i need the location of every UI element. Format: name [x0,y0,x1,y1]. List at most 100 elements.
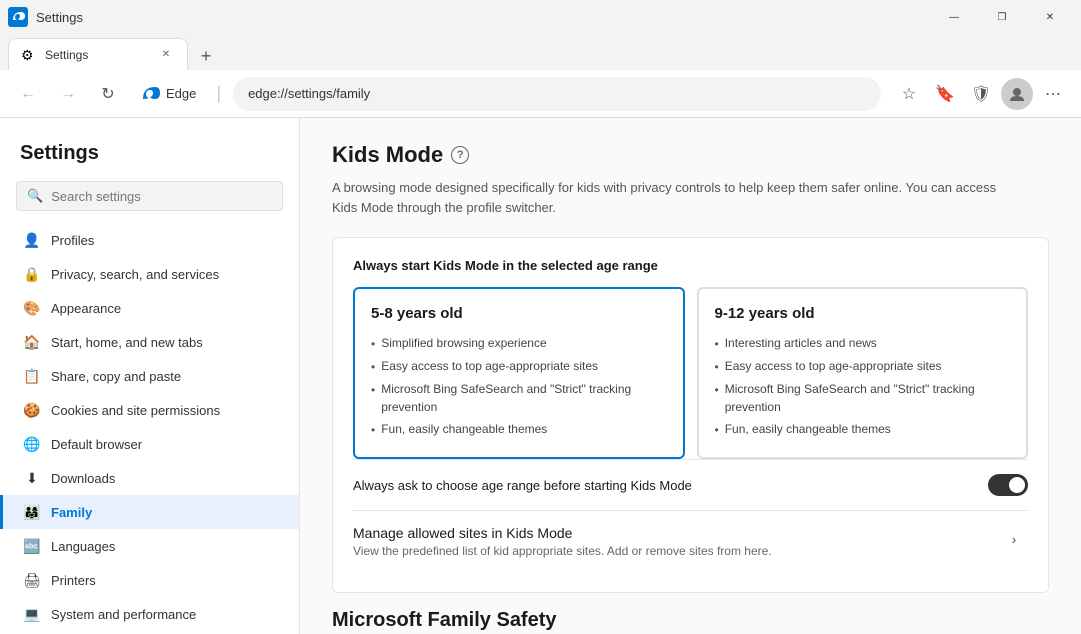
feature-item: Fun, easily changeable themes [715,418,1011,441]
tab-title-text: Settings [45,48,149,62]
active-tab[interactable]: ⚙ Settings ✕ [8,38,188,70]
default-browser-icon: 🌐 [23,435,41,453]
manage-sites-title: Manage allowed sites in Kids Mode [353,525,772,541]
refresh-button[interactable]: ↻ [92,78,124,110]
settings-nav: 👤Profiles🔒Privacy, search, and services🎨… [0,223,299,634]
age-range-toggle[interactable] [988,474,1028,496]
sidebar-item-label-system: System and performance [51,607,196,622]
tab-bar: ⚙ Settings ✕ + [0,34,1081,70]
sidebar-item-label-start-home: Start, home, and new tabs [51,335,203,350]
cookies-icon: 🍪 [23,401,41,419]
back-button[interactable]: ← [12,78,44,110]
search-icon: 🔍 [27,188,43,204]
collections-icon[interactable]: 🔖 [929,78,961,110]
url-text: edge://settings/family [248,86,370,101]
tab-close-button[interactable]: ✕ [157,46,175,64]
toolbar-icons: ☆ 🔖 🛡 ⋯ [893,78,1069,110]
sidebar-item-label-family: Family [51,505,92,520]
favorites-icon[interactable]: ☆ [893,78,925,110]
sidebar-item-downloads[interactable]: ⬇ Downloads [0,461,299,495]
toggle-row: Always ask to choose age range before st… [353,459,1028,510]
settings-more-icon[interactable]: ⋯ [1037,78,1069,110]
url-separator: | [216,83,221,104]
settings-heading: Settings [0,134,299,181]
edge-logo: Edge [132,84,204,104]
sidebar-item-family[interactable]: 👨‍👩‍👧 Family [0,495,299,529]
share-copy-icon: 📋 [23,367,41,385]
sidebar-item-label-profiles: Profiles [51,233,94,248]
age-range-grid: 5-8 years old Simplified browsing experi… [353,287,1028,459]
url-input[interactable]: edge://settings/family [233,77,881,111]
feature-item: Fun, easily changeable themes [371,418,667,441]
sidebar-item-cookies[interactable]: 🍪Cookies and site permissions [0,393,299,427]
forward-button[interactable]: → [52,78,84,110]
main-panel: Kids Mode ? A browsing mode designed spe… [300,118,1081,634]
maximize-button[interactable]: ❐ [979,2,1025,32]
appearance-icon: 🎨 [23,299,41,317]
sidebar-item-languages[interactable]: 🔤 Languages [0,529,299,563]
browser-window: Settings — ❐ ✕ ⚙ Settings ✕ + ← → ↻ Edge… [0,0,1081,634]
age-card-9-12-title: 9-12 years old [715,305,1011,322]
sidebar-item-default-browser[interactable]: 🌐 Default browser [0,427,299,461]
edge-logo-icon [140,84,160,104]
close-button[interactable]: ✕ [1027,2,1073,32]
address-bar: ← → ↻ Edge | edge://settings/family ☆ 🔖 … [0,70,1081,118]
kids-mode-title: Kids Mode ? [332,142,1049,168]
search-input[interactable] [51,189,272,204]
sidebar-item-label-printers: Printers [51,573,96,588]
manage-sites-row[interactable]: Manage allowed sites in Kids Mode View t… [353,510,1028,572]
toggle-label-text: Always ask to choose age range before st… [353,478,692,493]
sidebar-item-label-downloads: Downloads [51,471,115,486]
sidebar-item-share-copy[interactable]: 📋 Share, copy and paste [0,359,299,393]
sidebar-item-label-appearance: Appearance [51,301,121,316]
search-box-wrap: 🔍 [0,181,299,223]
feature-item: Microsoft Bing SafeSearch and "Strict" t… [715,378,1011,418]
window-controls: — ❐ ✕ [931,2,1073,32]
content-area: Settings 🔍 👤 Profiles 🔒Privacy, search, an… [0,118,1081,634]
manage-sites-chevron[interactable]: › [1000,525,1028,553]
start-home-icon: 🏠 [23,333,41,351]
sidebar-item-printers[interactable]: 🖨 Printers [0,563,299,597]
sidebar-item-label-share-copy: Share, copy and paste [51,369,181,384]
tab-title: Settings [36,10,83,25]
tab-favicon-icon: ⚙ [21,47,37,63]
browser-essentials-icon[interactable]: 🛡 [965,78,997,110]
feature-item: Easy access to top age-appropriate sites [371,355,667,378]
search-box[interactable]: 🔍 [16,181,283,211]
sidebar-item-start-home[interactable]: 🏠 Start, home, and new tabs [0,325,299,359]
manage-sites-desc: View the predefined list of kid appropri… [353,544,772,558]
sidebar-item-profiles[interactable]: 👤 Profiles [0,223,299,257]
age-card-5-8-features: Simplified browsing experienceEasy acces… [371,332,667,441]
profiles-icon: 👤 [23,231,41,249]
kids-mode-title-text: Kids Mode [332,142,443,168]
printers-icon: 🖨 [23,571,41,589]
sidebar-item-privacy[interactable]: 🔒Privacy, search, and services [0,257,299,291]
downloads-icon: ⬇ [23,469,41,487]
browser-logo-icon [8,7,28,27]
manage-sites-text: Manage allowed sites in Kids Mode View t… [353,525,772,558]
sidebar-item-label-default-browser: Default browser [51,437,142,452]
age-card-9-12[interactable]: 9-12 years old Interesting articles and … [697,287,1029,459]
new-tab-button[interactable]: + [192,42,220,70]
languages-icon: 🔤 [23,537,41,555]
sidebar-item-appearance[interactable]: 🎨 Appearance [0,291,299,325]
privacy-icon: 🔒 [23,265,41,283]
settings-sidebar: Settings 🔍 👤 Profiles 🔒Privacy, search, an… [0,118,300,634]
sidebar-item-label-languages: Languages [51,539,115,554]
kids-mode-help-icon[interactable]: ? [451,146,469,164]
title-bar: Settings — ❐ ✕ [0,0,1081,34]
age-range-card: Always start Kids Mode in the selected a… [332,237,1049,593]
age-card-5-8[interactable]: 5-8 years old Simplified browsing experi… [353,287,685,459]
sidebar-item-system[interactable]: 💻 System and performance [0,597,299,631]
minimize-button[interactable]: — [931,2,977,32]
feature-item: Interesting articles and news [715,332,1011,355]
kids-mode-description: A browsing mode designed specifically fo… [332,178,1012,217]
feature-item: Microsoft Bing SafeSearch and "Strict" t… [371,378,667,418]
feature-item: Simplified browsing experience [371,332,667,355]
system-icon: 💻 [23,605,41,623]
feature-item: Easy access to top age-appropriate sites [715,355,1011,378]
profile-avatar-icon [1008,85,1026,103]
profile-button[interactable] [1001,78,1033,110]
age-card-5-8-title: 5-8 years old [371,305,667,322]
family-icon: 👨‍👩‍👧 [23,503,41,521]
